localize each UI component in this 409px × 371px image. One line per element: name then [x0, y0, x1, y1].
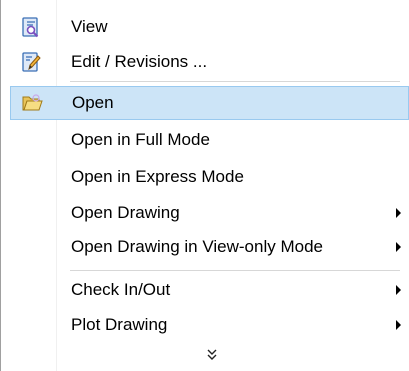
menu-item-label: Plot Drawing: [71, 315, 168, 334]
menu-item-open-drawing[interactable]: Open Drawing: [10, 196, 409, 230]
menu-item-open-express-mode[interactable]: Open in Express Mode: [10, 160, 409, 194]
folder-open-icon: [22, 94, 43, 111]
menu-item-check-in-out[interactable]: Check In/Out: [10, 273, 409, 307]
menu-item-label: Open Drawing: [71, 203, 180, 222]
menu-item-edit-revisions[interactable]: Edit / Revisions ...: [10, 45, 409, 79]
submenu-arrow-icon: [396, 285, 401, 295]
menu-item-label: Open in Full Mode: [71, 130, 210, 149]
submenu-arrow-icon: [396, 208, 401, 218]
context-menu: View Edit / Revisions ... Open Open in F…: [0, 0, 409, 371]
menu-item-label: Open in Express Mode: [71, 167, 244, 186]
menu-item-label: Open: [72, 93, 114, 112]
menu-item-label: Edit / Revisions ...: [71, 52, 208, 71]
menu-item-label: Open Drawing in View-only Mode: [71, 237, 323, 256]
menu-item-view[interactable]: View: [10, 10, 409, 44]
menu-item-open-drawing-view-only[interactable]: Open Drawing in View-only Mode: [10, 230, 409, 264]
submenu-arrow-icon: [396, 320, 401, 330]
menu-item-label: Check In/Out: [71, 280, 171, 299]
menu-separator: [70, 81, 400, 82]
double-chevron-down-icon[interactable]: [200, 345, 224, 365]
view-icon: [22, 17, 39, 38]
menu-item-label: View: [71, 17, 108, 36]
menu-item-open[interactable]: Open: [10, 86, 409, 120]
menu-left-border: [0, 0, 1, 371]
edit-icon: [22, 52, 41, 72]
submenu-arrow-icon: [396, 242, 401, 252]
menu-item-plot-drawing[interactable]: Plot Drawing: [10, 308, 409, 342]
menu-item-open-full-mode[interactable]: Open in Full Mode: [10, 123, 409, 157]
menu-separator: [70, 270, 400, 271]
